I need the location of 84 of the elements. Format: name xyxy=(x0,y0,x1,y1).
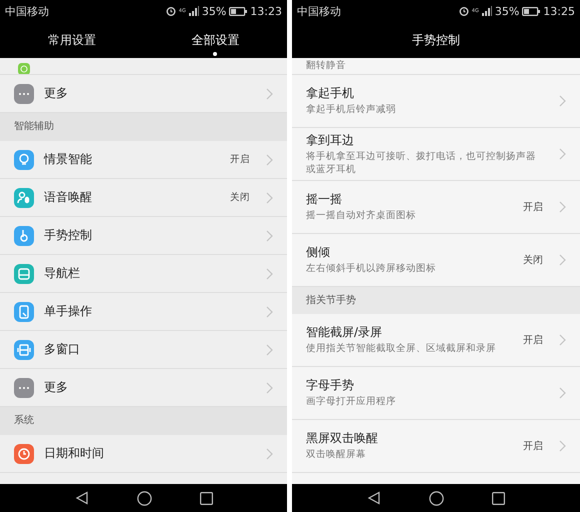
setting-label: 侧倾 xyxy=(306,244,331,262)
chevron-icon xyxy=(266,192,273,204)
setting-description: 摇一摇自动对齐桌面图标 xyxy=(306,209,417,223)
chevron-icon xyxy=(266,88,273,100)
setting-description: 将手机拿至耳边可接听、拨打电话，也可控制扬声器或蓝牙耳机 xyxy=(306,150,537,176)
setting-label: 更多 xyxy=(44,379,69,396)
battery-percent: 35% xyxy=(494,4,520,18)
settings-row[interactable]: 情景智能 开启 xyxy=(0,141,287,179)
settings-row[interactable]: 智能截屏/录屏 使用指关节智能截取全屏、区域截屏和录屏 开启 xyxy=(292,314,580,367)
setting-label: 导航栏 xyxy=(44,265,81,282)
clock-time: 13:23 xyxy=(250,4,282,18)
setting-label: 字母手势 xyxy=(306,377,355,394)
chevron-icon xyxy=(559,254,566,266)
settings-row[interactable]: 多窗口 xyxy=(0,331,287,369)
settings-row[interactable]: 导航栏 xyxy=(0,255,287,293)
setting-label: 多窗口 xyxy=(44,341,81,358)
carrier-name: 中国移动 xyxy=(5,4,49,18)
settings-row[interactable]: 语音唤醒 关闭 xyxy=(0,179,287,217)
chevron-icon xyxy=(266,448,273,460)
chevron-icon xyxy=(559,95,566,107)
setting-label: 拿到耳边 xyxy=(306,132,355,149)
back-icon[interactable] xyxy=(367,491,381,505)
chevron-icon xyxy=(266,154,273,166)
home-icon[interactable] xyxy=(136,490,152,506)
chevron-icon xyxy=(266,268,273,280)
tab[interactable]: 全部设置 xyxy=(183,28,248,52)
settings-row[interactable]: 翻转静音 xyxy=(292,58,580,75)
battery-percent: 35% xyxy=(202,4,226,18)
setting-description: 拿起手机后铃声减弱 xyxy=(306,103,397,117)
carrier-name: 中国移动 xyxy=(297,4,341,18)
settings-row[interactable]: 拿到耳边 将手机拿至耳边可接听、拨打电话，也可控制扬声器或蓝牙耳机 xyxy=(292,128,580,181)
setting-description: 使用指关节智能截取全屏、区域截屏和录屏 xyxy=(306,342,497,356)
settings-row[interactable]: 手势控制 xyxy=(0,217,287,255)
setting-label: 情景智能 xyxy=(44,151,93,168)
tab[interactable]: 常用设置 xyxy=(40,28,104,52)
signal-icon xyxy=(482,6,492,16)
home-icon[interactable] xyxy=(429,490,444,506)
setting-status: 开启 xyxy=(230,153,250,166)
chevron-icon xyxy=(559,387,566,399)
settings-row[interactable]: 日期和时间 xyxy=(0,435,287,473)
setting-description: 左右倾斜手机以跨屏移动图标 xyxy=(306,262,437,276)
section-header: 智能辅助 xyxy=(0,113,287,141)
recents-icon[interactable] xyxy=(200,492,212,504)
settings-row[interactable]: 黑屏双击唤醒 双击唤醒屏幕 开启 xyxy=(292,420,580,473)
chevron-icon xyxy=(266,344,273,356)
setting-status: 关闭 xyxy=(230,191,250,204)
chevron-icon xyxy=(266,230,273,242)
setting-label: 日期和时间 xyxy=(44,445,105,462)
chevron-icon xyxy=(559,440,566,452)
settings-row[interactable]: 拿起手机 拿起手机后铃声减弱 xyxy=(292,75,580,128)
battery-icon xyxy=(522,6,540,16)
setting-status: 开启 xyxy=(523,334,543,347)
chevron-icon xyxy=(266,306,273,318)
setting-description: 翻转静音 xyxy=(306,59,347,73)
setting-label: 单手操作 xyxy=(44,303,93,320)
back-icon[interactable] xyxy=(74,491,88,505)
setting-status: 开启 xyxy=(523,200,543,214)
alarm-icon xyxy=(166,6,176,16)
recents-icon[interactable] xyxy=(492,492,505,504)
chevron-icon xyxy=(266,382,273,394)
chevron-icon xyxy=(559,148,566,160)
battery-icon xyxy=(229,6,248,16)
settings-row[interactable]: 字母手势 画字母打开应用程序 xyxy=(292,367,580,420)
setting-label: 语音唤醒 xyxy=(44,189,93,206)
alarm-icon xyxy=(458,6,469,16)
setting-description: 画字母打开应用程序 xyxy=(306,395,397,409)
setting-label: 手势控制 xyxy=(44,227,93,244)
page-title: 手势控制 xyxy=(412,32,460,48)
signal-icon xyxy=(188,6,199,16)
setting-description: 双击唤醒屏幕 xyxy=(306,448,367,462)
setting-label: 摇一摇 xyxy=(306,191,343,208)
chevron-icon xyxy=(559,201,566,213)
setting-status: 关闭 xyxy=(523,254,543,267)
setting-status: 开启 xyxy=(523,440,543,453)
setting-label: 更多 xyxy=(44,85,69,102)
settings-row[interactable]: 单手操作 xyxy=(0,293,287,331)
setting-label: 智能截屏/录屏 xyxy=(306,324,384,342)
chevron-icon xyxy=(559,334,566,346)
setting-label: 黑屏双击唤醒 xyxy=(306,430,379,448)
section-header: 系统 xyxy=(0,407,287,435)
clock-time: 13:25 xyxy=(543,4,575,18)
setting-label: 拿起手机 xyxy=(306,85,355,102)
settings-row[interactable]: 摇一摇 摇一摇自动对齐桌面图标 开启 xyxy=(292,181,580,234)
section-header: 指关节手势 xyxy=(292,287,580,314)
